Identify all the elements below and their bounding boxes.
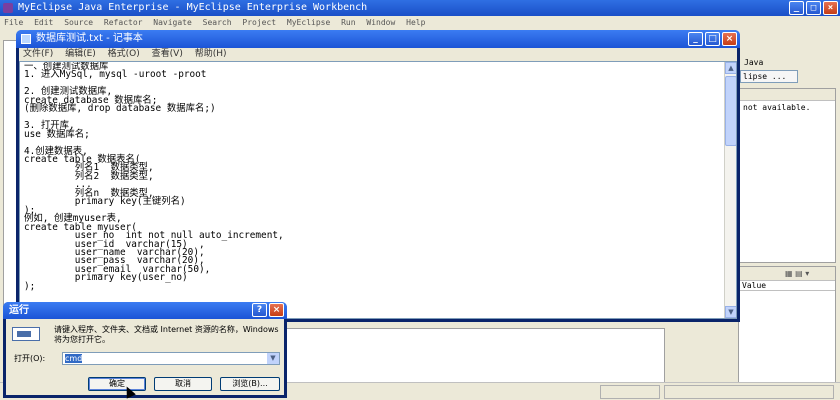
browse-button[interactable]: 浏览(B)... <box>220 377 280 391</box>
notepad-content: 一、创建测试数据库 1. 进入MySql, mysql -uroot -proo… <box>24 61 284 292</box>
eclipse-menu-bar: File Edit Source Refactor Navigate Searc… <box>0 16 840 30</box>
notepad-icon <box>21 34 31 44</box>
properties-header: ▦ ▤ ▾ <box>739 267 835 281</box>
notepad-title: 数据库测试.txt - 记事本 <box>36 33 143 44</box>
myeclipse-icon <box>3 3 13 13</box>
menu-refactor[interactable]: Refactor <box>104 18 143 27</box>
ok-button[interactable]: 确定 <box>88 377 146 391</box>
outline-header <box>739 89 835 101</box>
help-icon[interactable]: ? <box>252 303 267 317</box>
menu-help[interactable]: Help <box>406 18 425 27</box>
run-program-icon <box>12 327 40 341</box>
close-icon[interactable]: × <box>269 303 284 317</box>
run-dialog: 运行 ? × 请键入程序、文件夹、文档或 Internet 资源的名称，Wind… <box>3 302 287 398</box>
menu-format[interactable]: 格式(O) <box>108 49 140 59</box>
status-segment <box>600 385 660 399</box>
outline-panel: not available. <box>738 88 836 263</box>
chevron-down-icon[interactable]: ▼ <box>267 353 279 364</box>
properties-toolbar-icon[interactable]: ▦ ▤ ▾ <box>785 269 809 278</box>
menu-view[interactable]: 查看(V) <box>152 49 183 59</box>
open-input[interactable]: cmd ▼ <box>62 352 280 365</box>
maximize-icon[interactable]: □ <box>705 32 720 46</box>
cancel-button[interactable]: 取消 <box>154 377 212 391</box>
menu-file[interactable]: File <box>4 18 23 27</box>
menu-edit[interactable]: 编辑(E) <box>65 49 96 59</box>
menu-file[interactable]: 文件(F) <box>23 49 53 59</box>
notepad-title-bar: 数据库测试.txt - 记事本 _ □ × <box>16 30 740 48</box>
menu-project[interactable]: Project <box>242 18 276 27</box>
menu-edit[interactable]: Edit <box>34 18 53 27</box>
menu-source[interactable]: Source <box>64 18 93 27</box>
notepad-menu-bar: 文件(F) 编辑(E) 格式(O) 查看(V) 帮助(H) <box>19 48 737 61</box>
notepad-text-area[interactable]: 一、创建测试数据库 1. 进入MySql, mysql -uroot -proo… <box>19 61 737 319</box>
properties-panel: ▦ ▤ ▾ Value <box>738 266 836 384</box>
properties-value-column: Value <box>739 281 835 291</box>
vertical-scrollbar[interactable]: ▲ ▼ <box>724 62 736 318</box>
console-panel <box>285 328 665 384</box>
status-segment <box>664 385 834 399</box>
run-description: 请键入程序、文件夹、文档或 Internet 资源的名称，Windows 将为您… <box>54 325 279 344</box>
minimize-icon[interactable]: _ <box>688 32 703 46</box>
open-label: 打开(O): <box>14 354 46 363</box>
eclipse-title-bar: MyEclipse Java Enterprise - MyEclipse En… <box>0 0 840 16</box>
menu-myeclipse[interactable]: MyEclipse <box>287 18 330 27</box>
close-icon[interactable]: × <box>823 1 838 15</box>
scroll-thumb[interactable] <box>725 76 736 146</box>
perspective-button[interactable]: lipse ... <box>740 70 798 83</box>
run-dialog-body: 请键入程序、文件夹、文档或 Internet 资源的名称，Windows 将为您… <box>6 319 284 395</box>
perspective-label: Java <box>744 58 764 67</box>
scroll-down-icon[interactable]: ▼ <box>725 306 736 318</box>
maximize-icon[interactable]: □ <box>806 1 821 15</box>
outline-message: not available. <box>743 103 811 112</box>
eclipse-title: MyEclipse Java Enterprise - MyEclipse En… <box>18 2 368 13</box>
close-icon[interactable]: × <box>722 32 737 46</box>
run-dialog-title: 运行 <box>9 305 29 316</box>
open-input-value: cmd <box>65 354 83 363</box>
menu-search[interactable]: Search <box>203 18 232 27</box>
run-dialog-title-bar: 运行 ? × <box>3 302 287 319</box>
notepad-window: 数据库测试.txt - 记事本 _ □ × 文件(F) 编辑(E) 格式(O) … <box>16 30 740 322</box>
minimize-icon[interactable]: _ <box>789 1 804 15</box>
menu-help[interactable]: 帮助(H) <box>195 49 227 59</box>
menu-navigate[interactable]: Navigate <box>153 18 192 27</box>
perspective-area: Java lipse ... <box>738 58 836 86</box>
menu-window[interactable]: Window <box>366 18 395 27</box>
scroll-up-icon[interactable]: ▲ <box>725 62 736 74</box>
menu-run[interactable]: Run <box>341 18 355 27</box>
